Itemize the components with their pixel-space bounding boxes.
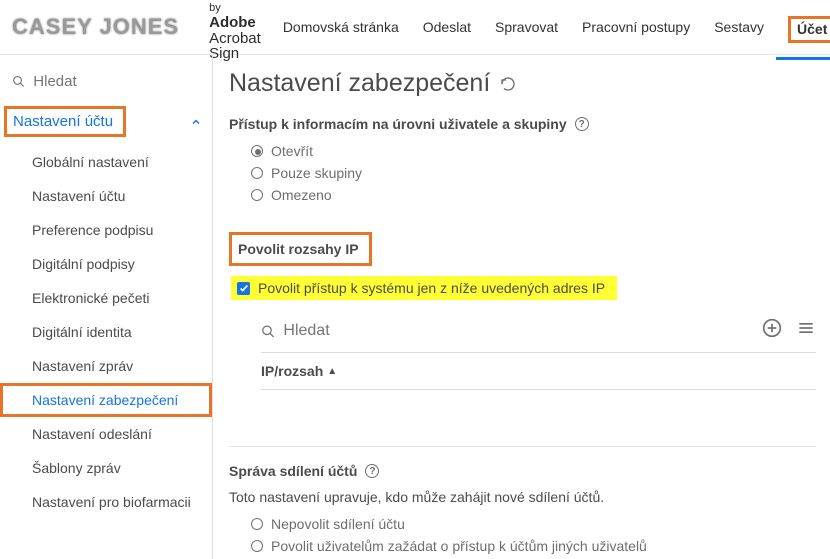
checkbox-icon	[237, 282, 250, 295]
sidebar-section-header[interactable]: Nastavení účtu	[0, 102, 212, 139]
sidebar-item-global[interactable]: Globální nastavení	[0, 145, 212, 179]
radio-icon	[251, 540, 263, 552]
radio-open[interactable]: Otevřít	[251, 140, 816, 162]
radio-icon	[251, 189, 263, 201]
share-header-text: Správa sdílení účtů	[229, 463, 357, 479]
radio-icon	[251, 167, 263, 179]
radio-restricted[interactable]: Omezeno	[251, 184, 816, 206]
radio-label: Omezeno	[271, 187, 332, 203]
ip-header-text: Povolit rozsahy IP	[229, 232, 372, 266]
add-icon[interactable]	[762, 318, 782, 341]
radio-label: Nepovolit sdílení účtu	[271, 516, 405, 532]
nav-workflows[interactable]: Pracovní postupy	[570, 13, 702, 41]
access-radio-list: Otevřít Pouze skupiny Omezeno	[251, 140, 816, 206]
ip-checkbox-label: Povolit přístup k systému jen z níže uve…	[258, 280, 605, 296]
radio-icon	[251, 518, 263, 530]
sidebar-list: Globální nastavení Nastavení účtu Prefer…	[0, 139, 212, 519]
nav-home[interactable]: Domovská stránka	[271, 13, 411, 41]
radio-label: Pouze skupiny	[271, 165, 362, 181]
ip-section-header: Povolit rozsahy IP	[229, 232, 816, 266]
share-section-label: Správa sdílení účtů ?	[229, 463, 816, 479]
menu-icon[interactable]	[796, 318, 816, 341]
help-icon[interactable]: ?	[575, 117, 589, 131]
refresh-icon[interactable]	[500, 76, 516, 92]
top-bar: CASEY JONES Powered by Adobe Acrobat Sig…	[0, 0, 830, 55]
sidebar-item-signature-pref[interactable]: Preference podpisu	[0, 213, 212, 247]
sidebar-item-digital-sig[interactable]: Digitální podpisy	[0, 247, 212, 281]
radio-groups[interactable]: Pouze skupiny	[251, 162, 816, 184]
ip-allow-checkbox-row[interactable]: Povolit přístup k systému jen z níže uve…	[231, 276, 617, 300]
radio-label: Otevřít	[271, 143, 313, 159]
powered-prefix: Powered by	[209, 0, 261, 15]
ip-search-input[interactable]	[283, 322, 816, 340]
sidebar-item-send[interactable]: Nastavení odeslání	[0, 417, 212, 451]
radio-allow-request[interactable]: Povolit uživatelům zažádat o přístup k ú…	[251, 535, 816, 557]
top-nav: Domovská stránka Odeslat Spravovat Praco…	[271, 10, 830, 44]
search-icon	[12, 74, 25, 89]
sidebar-item-digital-id[interactable]: Digitální identita	[0, 315, 212, 349]
sidebar-search-input[interactable]	[33, 73, 200, 90]
sidebar-item-templates[interactable]: Šablony zpráv	[0, 451, 212, 485]
nav-account-label: Účet	[788, 16, 830, 43]
nav-account[interactable]: Účet	[776, 10, 830, 60]
sidebar-section-label: Nastavení účtu	[4, 106, 126, 137]
access-section-label: Přístup k informacím na úrovni uživatele…	[229, 116, 816, 132]
radio-no-share[interactable]: Nepovolit sdílení účtu	[251, 513, 816, 535]
nav-manage[interactable]: Spravovat	[483, 13, 570, 41]
radio-icon	[251, 145, 263, 157]
ip-search-box[interactable]	[261, 314, 816, 353]
sidebar-search[interactable]	[0, 65, 212, 102]
logo: CASEY JONES	[12, 14, 179, 40]
nav-send[interactable]: Odeslat	[411, 13, 483, 41]
sidebar: Nastavení účtu Globální nastavení Nastav…	[0, 55, 213, 559]
sidebar-item-biopharma[interactable]: Nastavení pro biofarmacii	[0, 485, 212, 519]
sidebar-item-messages[interactable]: Nastavení zpráv	[0, 349, 212, 383]
brand-name: Adobe	[209, 14, 256, 31]
chevron-up-icon	[190, 116, 202, 128]
ip-column-text: IP/rozsah	[261, 363, 323, 379]
ip-panel: IP/rozsah ▲	[261, 314, 816, 390]
nav-reports[interactable]: Sestavy	[702, 13, 776, 41]
sidebar-item-eseals[interactable]: Elektronické pečeti	[0, 281, 212, 315]
sidebar-item-account[interactable]: Nastavení účtu	[0, 179, 212, 213]
share-section: Správa sdílení účtů ? Toto nastavení upr…	[229, 446, 816, 557]
access-label-text: Přístup k informacím na úrovni uživatele…	[229, 116, 567, 132]
share-radio-list: Nepovolit sdílení účtu Povolit uživatelů…	[251, 513, 816, 557]
powered-by: Powered by Adobe Acrobat Sign	[205, 0, 261, 62]
main-layout: Nastavení účtu Globální nastavení Nastav…	[0, 55, 830, 559]
radio-label: Povolit uživatelům zažádat o přístup k ú…	[271, 538, 647, 554]
page-title: Nastavení zabezpečení	[229, 69, 816, 98]
sidebar-item-security[interactable]: Nastavení zabezpečení	[0, 383, 212, 417]
help-icon[interactable]: ?	[365, 464, 379, 478]
ip-column-header[interactable]: IP/rozsah ▲	[261, 353, 816, 390]
content: Nastavení zabezpečení Přístup k informac…	[213, 55, 830, 559]
search-icon	[261, 324, 275, 339]
page-title-text: Nastavení zabezpečení	[229, 69, 490, 98]
ip-actions	[762, 318, 816, 341]
share-description: Toto nastavení upravuje, kdo může zaháji…	[229, 489, 816, 505]
sort-arrow-icon: ▲	[327, 366, 337, 377]
